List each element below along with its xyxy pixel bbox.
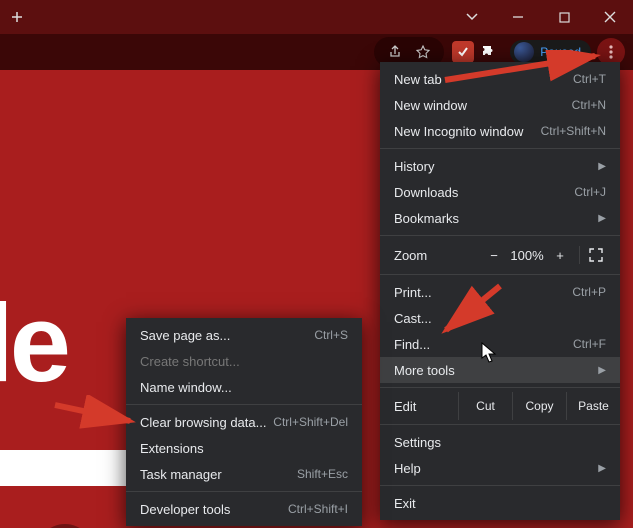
- profile-status: Paused: [540, 45, 581, 59]
- menu-separator: [380, 274, 620, 275]
- cut-button[interactable]: Cut: [458, 392, 512, 420]
- menu-shortcut: Ctrl+S: [314, 328, 348, 342]
- menu-find[interactable]: Find... Ctrl+F: [380, 331, 620, 357]
- menu-label: Print...: [394, 285, 432, 300]
- menu-label: New window: [394, 98, 467, 113]
- menu-label: Create shortcut...: [140, 354, 240, 369]
- menu-label: Help: [394, 461, 421, 476]
- menu-label: History: [394, 159, 434, 174]
- submenu-task-manager[interactable]: Task manager Shift+Esc: [126, 461, 362, 487]
- zoom-in-button[interactable]: +: [547, 248, 573, 263]
- menu-label: New Incognito window: [394, 124, 523, 139]
- menu-bookmarks[interactable]: Bookmarks ▶: [380, 205, 620, 231]
- menu-label: Find...: [394, 337, 430, 352]
- menu-shortcut: Ctrl+N: [572, 98, 606, 112]
- submenu-arrow-icon: ▶: [598, 365, 606, 376]
- menu-shortcut: Ctrl+Shift+Del: [273, 415, 348, 429]
- submenu-extensions[interactable]: Extensions: [126, 435, 362, 461]
- zoom-label: Zoom: [394, 248, 481, 263]
- profile-chip[interactable]: Paused: [510, 40, 591, 64]
- menu-label: New tab: [394, 72, 442, 87]
- menu-help[interactable]: Help ▶: [380, 455, 620, 481]
- menu-exit[interactable]: Exit: [380, 490, 620, 516]
- copy-button[interactable]: Copy: [512, 392, 566, 420]
- new-tab-button[interactable]: [0, 11, 34, 23]
- menu-label: Extensions: [140, 441, 204, 456]
- menu-zoom-row: Zoom − 100% +: [380, 240, 620, 270]
- menu-separator: [380, 424, 620, 425]
- menu-separator: [126, 404, 362, 405]
- menu-label: Bookmarks: [394, 211, 459, 226]
- app-menu: New tab Ctrl+T New window Ctrl+N New Inc…: [380, 62, 620, 520]
- menu-new-incognito[interactable]: New Incognito window Ctrl+Shift+N: [380, 118, 620, 144]
- extensions-icon[interactable]: [478, 41, 500, 63]
- menu-history[interactable]: History ▶: [380, 153, 620, 179]
- zoom-out-button[interactable]: −: [481, 248, 507, 263]
- submenu-arrow-icon: ▶: [598, 161, 606, 172]
- menu-shortcut: Shift+Esc: [297, 467, 348, 481]
- avatar: [514, 42, 534, 62]
- menu-more-tools[interactable]: More tools ▶: [380, 357, 620, 383]
- paste-button[interactable]: Paste: [566, 392, 620, 420]
- menu-cast[interactable]: Cast...: [380, 305, 620, 331]
- divider: [579, 246, 580, 264]
- submenu-name-window[interactable]: Name window...: [126, 374, 362, 400]
- bookmark-star-icon[interactable]: [412, 41, 434, 63]
- extension-badge[interactable]: [452, 41, 474, 63]
- google-logo-fragment: gle: [0, 280, 67, 407]
- menu-edit-row: Edit Cut Copy Paste: [380, 392, 620, 420]
- menu-label: Developer tools: [140, 502, 230, 517]
- menu-shortcut: Ctrl+J: [574, 185, 606, 199]
- window-titlebar: [0, 0, 633, 34]
- menu-shortcut: Ctrl+T: [573, 72, 606, 86]
- menu-label: Cast...: [394, 311, 432, 326]
- more-tools-submenu: Save page as... Ctrl+S Create shortcut..…: [126, 318, 362, 526]
- menu-label: Downloads: [394, 185, 458, 200]
- menu-shortcut: Ctrl+F: [573, 337, 606, 351]
- menu-separator: [380, 235, 620, 236]
- menu-separator: [126, 491, 362, 492]
- menu-new-tab[interactable]: New tab Ctrl+T: [380, 66, 620, 92]
- submenu-clear-browsing-data[interactable]: Clear browsing data... Ctrl+Shift+Del: [126, 409, 362, 435]
- fullscreen-icon[interactable]: [586, 245, 606, 265]
- menu-shortcut: Ctrl+P: [572, 285, 606, 299]
- edit-label: Edit: [394, 399, 458, 414]
- menu-label: More tools: [394, 363, 455, 378]
- menu-label: Save page as...: [140, 328, 230, 343]
- maximize-button[interactable]: [541, 0, 587, 34]
- submenu-arrow-icon: ▶: [598, 213, 606, 224]
- menu-new-window[interactable]: New window Ctrl+N: [380, 92, 620, 118]
- share-icon[interactable]: [384, 41, 406, 63]
- submenu-create-shortcut: Create shortcut...: [126, 348, 362, 374]
- menu-separator: [380, 148, 620, 149]
- menu-shortcut: Ctrl+Shift+I: [288, 502, 348, 516]
- submenu-developer-tools[interactable]: Developer tools Ctrl+Shift+I: [126, 496, 362, 522]
- minimize-button[interactable]: [495, 0, 541, 34]
- submenu-arrow-icon: ▶: [598, 463, 606, 474]
- close-button[interactable]: [587, 0, 633, 34]
- menu-separator: [380, 387, 620, 388]
- menu-settings[interactable]: Settings: [380, 429, 620, 455]
- submenu-save-page[interactable]: Save page as... Ctrl+S: [126, 322, 362, 348]
- menu-label: Clear browsing data...: [140, 415, 266, 430]
- tab-search-button[interactable]: [449, 0, 495, 34]
- menu-downloads[interactable]: Downloads Ctrl+J: [380, 179, 620, 205]
- menu-label: Name window...: [140, 380, 232, 395]
- menu-print[interactable]: Print... Ctrl+P: [380, 279, 620, 305]
- menu-label: Settings: [394, 435, 441, 450]
- menu-shortcut: Ctrl+Shift+N: [541, 124, 606, 138]
- zoom-value: 100%: [507, 248, 547, 263]
- menu-separator: [380, 485, 620, 486]
- menu-label: Task manager: [140, 467, 222, 482]
- menu-label: Exit: [394, 496, 416, 511]
